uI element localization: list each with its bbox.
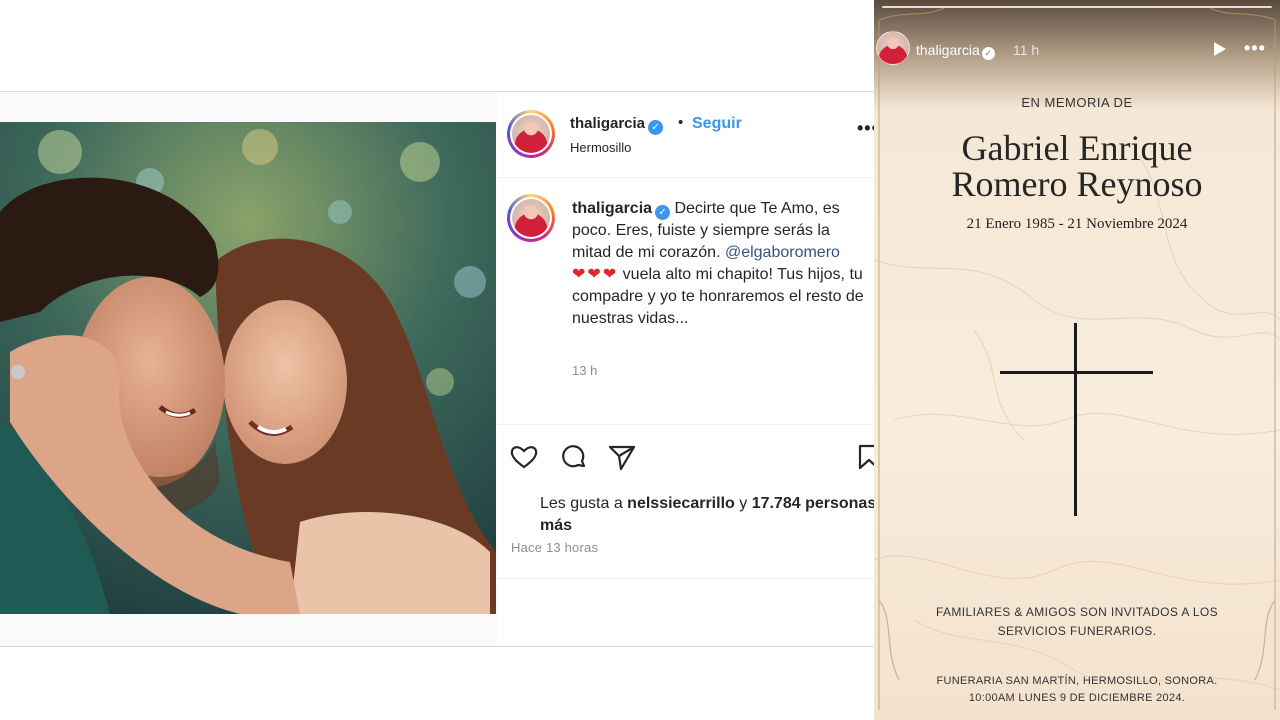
likes-count-link[interactable]: 17.784 personas xyxy=(752,495,877,512)
post-author-avatar[interactable] xyxy=(507,110,555,158)
header-divider xyxy=(497,177,874,178)
memorial-name-line1: Gabriel Enrique xyxy=(961,128,1193,168)
post-timestamp[interactable]: Hace 13 horas xyxy=(511,540,598,555)
post-side-panel: thaligarcia ✓ • Seguir Hermosillo ••• tha… xyxy=(497,92,880,646)
caption-mention-link[interactable]: @elgaboromero xyxy=(725,244,840,261)
caption-author-avatar[interactable] xyxy=(507,194,555,242)
likes-suffix[interactable]: más xyxy=(540,517,572,534)
follow-button[interactable]: Seguir xyxy=(692,115,742,133)
cross-icon xyxy=(1074,323,1077,516)
post-caption: thaligarcia ✓ Decirte que Te Amo, es poco… xyxy=(572,198,867,330)
heart-icon[interactable] xyxy=(509,442,539,472)
funeral-datetime: 10:00AM LUNES 9 DE DICIEMBRE 2024. xyxy=(968,692,1186,704)
play-icon[interactable] xyxy=(1210,40,1228,58)
likes-user-link[interactable]: nelssiecarrillo xyxy=(627,495,735,512)
post-author-name[interactable]: thaligarcia ✓ xyxy=(570,115,664,135)
comment-icon[interactable] xyxy=(559,442,589,472)
story-view: thaligarcia ✓ 11 h ••• EN MEMORIA DE Gabr… xyxy=(874,0,1280,720)
story-timestamp: 11 h xyxy=(1013,42,1040,58)
invite-line2: SERVICIOS FUNERARIOS. xyxy=(997,624,1157,638)
story-author-avatar[interactable] xyxy=(876,31,910,65)
story-more-options-icon[interactable]: ••• xyxy=(1244,38,1266,59)
post-location[interactable]: Hermosillo xyxy=(570,140,631,155)
share-icon[interactable] xyxy=(607,442,637,472)
story-author-name[interactable]: thaligarcia ✓ xyxy=(916,42,995,60)
likes-summary: Les gusta a nelssiecarrillo y 17.784 per… xyxy=(540,493,880,537)
story-verified-badge-icon: ✓ xyxy=(981,47,995,60)
memorial-dates: 21 Enero 1985 - 21 Noviembre 2024 xyxy=(966,216,1188,232)
likes-prefix: Les gusta a xyxy=(540,495,628,512)
caption-timestamp[interactable]: 13 h xyxy=(572,363,597,378)
memorial-title: EN MEMORIA DE xyxy=(1021,95,1133,110)
separator-dot: • xyxy=(678,114,684,131)
invite-line1: FAMILIARES & AMIGOS SON INVITADOS A LOS xyxy=(935,605,1219,619)
story-author-username[interactable]: thaligarcia xyxy=(916,42,980,58)
likes-middle: y xyxy=(734,495,752,512)
story-progress-bar xyxy=(882,6,1272,8)
actions-divider xyxy=(497,424,874,425)
cross-icon-bar xyxy=(1000,371,1153,374)
verified-badge-icon: ✓ xyxy=(648,120,664,135)
instagram-post-view: thaligarcia ✓ • Seguir Hermosillo ••• tha… xyxy=(0,0,880,720)
post-photo[interactable] xyxy=(0,122,496,614)
footer-divider xyxy=(497,578,874,579)
post-author-username[interactable]: thaligarcia xyxy=(570,115,645,132)
caption-verified-badge-icon: ✓ xyxy=(655,205,671,220)
funeral-location: FUNERARIA SAN MARTÍN, HERMOSILLO, SONORA… xyxy=(936,675,1218,687)
caption-username[interactable]: thaligarcia xyxy=(572,200,652,217)
memorial-name-line2: Romero Reynoso xyxy=(951,164,1203,204)
hearts-emoji: ❤❤❤ xyxy=(572,266,619,283)
